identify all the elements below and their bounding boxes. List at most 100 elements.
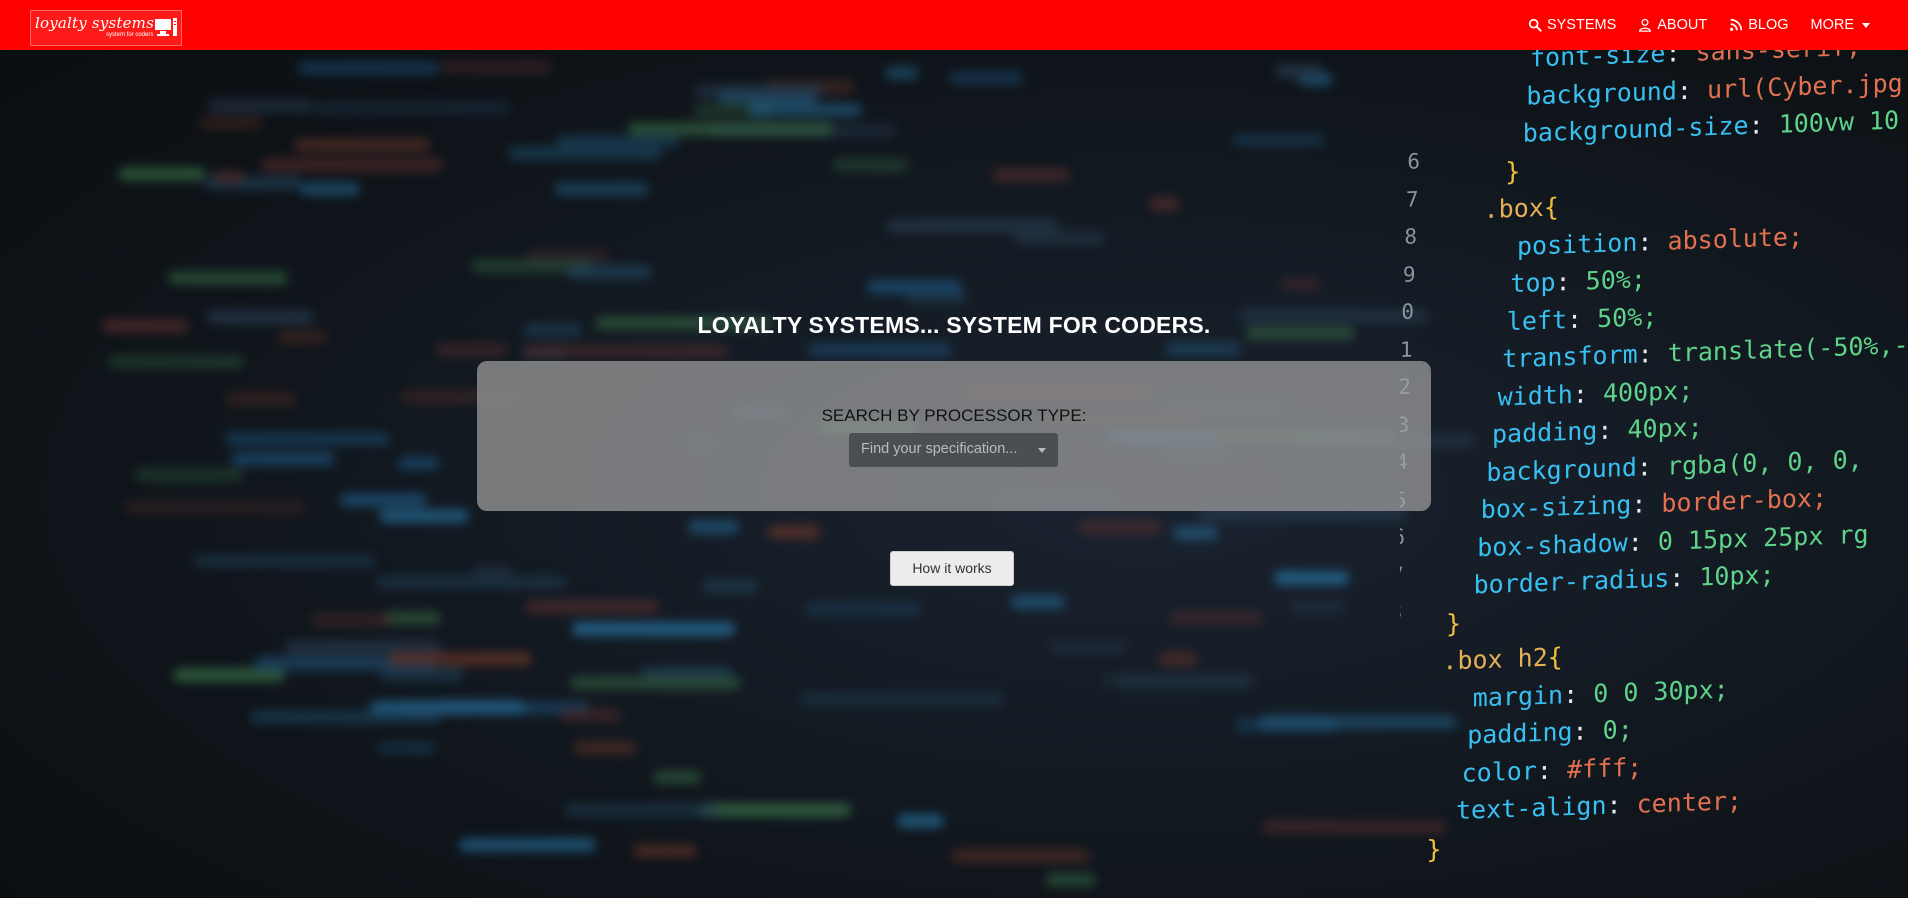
blurred-code-stroke	[867, 279, 962, 294]
blurred-code-stroke	[297, 60, 440, 75]
blurred-code-stroke	[125, 500, 305, 515]
blurred-code-stroke	[1012, 231, 1105, 246]
blurred-code-stroke	[569, 675, 741, 690]
blurred-code-stroke	[833, 157, 909, 172]
code-line: box-shadow: 0 15px 25px rg	[1477, 519, 1869, 562]
blurred-code-stroke	[767, 525, 820, 540]
code-line: padding: 0;	[1467, 714, 1633, 750]
blurred-code-stroke	[440, 60, 552, 75]
blurred-code-stroke	[560, 708, 621, 723]
blurred-code-stroke	[948, 71, 1023, 86]
select-placeholder: Find your specification...	[861, 441, 1018, 457]
top-navbar: loyalty systems system for coders SYSTEM…	[0, 0, 1908, 50]
line-number: 8	[1404, 224, 1417, 249]
line-number: 18	[1400, 599, 1402, 625]
blurred-code-stroke	[1168, 611, 1264, 626]
blurred-code-stroke	[1010, 595, 1066, 610]
nav-item-more[interactable]: MORE	[1810, 17, 1870, 33]
code-line: .box{	[1483, 192, 1559, 225]
nav-item-label: SYSTEMS	[1546, 17, 1617, 33]
blurred-code-stroke	[572, 622, 735, 637]
blurred-code-stroke	[652, 769, 702, 784]
code-line: color: #fff;	[1461, 752, 1643, 788]
nav-menu: SYSTEMS ABOUT BLOG MORE	[1528, 0, 1870, 50]
blurred-code-stroke	[379, 508, 469, 523]
line-number: 11	[1400, 337, 1413, 362]
brand-tagline: system for coders	[106, 32, 154, 38]
nav-item-label: ABOUT	[1657, 17, 1708, 33]
blurred-code-stroke	[698, 803, 851, 818]
blurred-code-stroke	[199, 116, 263, 131]
code-line: }	[1505, 156, 1521, 186]
blurred-code-stroke	[458, 838, 596, 853]
search-panel: SEARCH BY PROCESSOR TYPE: Find your spec…	[477, 361, 1431, 511]
blurred-code-stroke	[633, 843, 698, 858]
blurred-code-stroke	[471, 564, 514, 579]
nav-item-label: BLOG	[1748, 17, 1789, 33]
code-line: .box h2{	[1442, 642, 1563, 676]
blurred-code-stroke	[434, 342, 507, 357]
blurred-code-stroke	[1274, 64, 1323, 79]
blurred-code-stroke	[1077, 520, 1162, 535]
brand-logo[interactable]: loyalty systems system for coders	[30, 10, 182, 46]
blurred-code-stroke	[168, 270, 288, 285]
code-line: background-size: 100vw 10	[1522, 105, 1900, 148]
search-label: SEARCH BY PROCESSOR TYPE:	[821, 406, 1087, 425]
blurred-code-stroke	[340, 492, 427, 507]
blurred-code-stroke	[1102, 672, 1256, 687]
code-line: }	[1426, 834, 1442, 864]
code-line: margin: 0 0 30px;	[1472, 674, 1729, 712]
code-line: border-radius: 10px;	[1473, 559, 1775, 600]
line-number: 19	[1400, 637, 1401, 662]
brand-name: loyalty systems	[35, 14, 155, 32]
blurred-code-stroke	[1231, 133, 1326, 148]
code-line: text-align: center;	[1456, 786, 1742, 826]
blurred-code-stroke	[134, 467, 245, 482]
blurred-code-stroke	[230, 451, 336, 466]
blurred-code-stroke	[507, 145, 662, 160]
blurred-code-stroke	[563, 802, 718, 817]
blurred-code-stroke	[194, 554, 376, 569]
user-icon	[1639, 18, 1652, 32]
blurred-code-stroke	[310, 612, 394, 627]
page-title: LOYALTY SYSTEMS... SYSTEM FOR CODERS.	[697, 312, 1211, 338]
nav-item-label: MORE	[1810, 17, 1855, 33]
blurred-code-stroke	[261, 157, 444, 172]
blurred-code-stroke	[388, 652, 533, 667]
blurred-code-stroke	[375, 741, 437, 756]
blurred-code-stroke	[574, 740, 637, 755]
blurred-code-stroke	[397, 456, 440, 470]
nav-item-blog[interactable]: BLOG	[1729, 17, 1789, 33]
blurred-code-stroke	[1149, 197, 1180, 212]
code-line: padding: 40px;	[1492, 412, 1703, 449]
blurred-code-stroke	[1172, 526, 1219, 541]
blurred-code-stroke	[375, 574, 566, 589]
rss-icon	[1730, 18, 1743, 31]
blurred-code-stroke	[701, 578, 758, 593]
blurred-code-stroke	[688, 519, 740, 534]
blurred-code-stroke	[1048, 640, 1128, 655]
line-number: 9	[1402, 261, 1416, 287]
search-icon	[1528, 18, 1542, 32]
blurred-code-stroke	[1280, 277, 1321, 292]
blurred-code-stroke	[748, 103, 862, 118]
line-number: 6	[1407, 149, 1420, 174]
chevron-down-icon	[1862, 22, 1870, 28]
blurred-code-stroke	[260, 653, 397, 668]
blurred-code-stroke	[108, 355, 244, 370]
blurred-code-stroke	[1158, 651, 1199, 666]
blurred-code-stroke	[1288, 600, 1347, 615]
blurred-code-stroke	[885, 66, 919, 81]
blurred-code-stroke	[117, 166, 207, 181]
nav-item-about[interactable]: ABOUT	[1638, 17, 1707, 33]
computer-icon	[155, 18, 177, 36]
code-line: box-sizing: border-box;	[1480, 483, 1827, 525]
code-line: position: absolute;	[1517, 221, 1803, 261]
code-line: top: 50%;	[1510, 264, 1646, 299]
blurred-code-stroke	[991, 168, 1071, 183]
how-it-works-button[interactable]: How it works	[890, 551, 1014, 586]
processor-type-select[interactable]: Find your specification...	[849, 433, 1058, 467]
blurred-code-stroke	[885, 219, 1058, 234]
code-snippet-background: font-size: sans-serif;background: url(Cy…	[1400, 22, 1908, 898]
nav-item-systems[interactable]: SYSTEMS	[1528, 17, 1616, 33]
